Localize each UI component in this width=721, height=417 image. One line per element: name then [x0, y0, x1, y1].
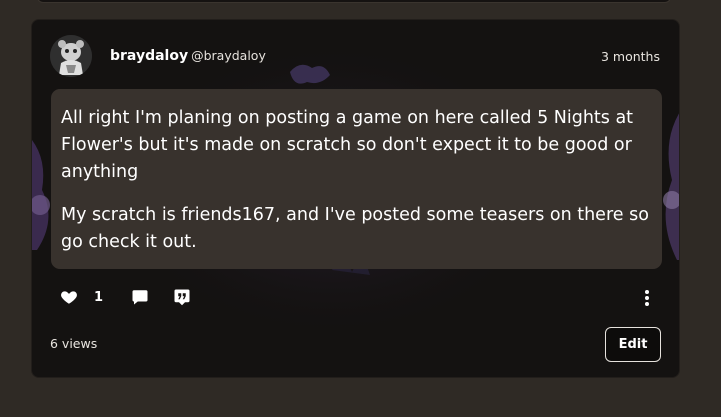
like-count: 1: [94, 290, 104, 305]
previous-post-card: [37, 0, 671, 3]
edit-button[interactable]: Edit: [605, 327, 661, 362]
author[interactable]: braydaloy @braydaloy: [110, 48, 266, 64]
avatar-image: [50, 35, 92, 77]
author-name[interactable]: braydaloy: [110, 48, 188, 64]
view-count: 6 views: [50, 336, 98, 351]
author-handle[interactable]: @braydaloy: [191, 48, 266, 63]
quote-icon[interactable]: [173, 288, 191, 306]
avatar[interactable]: [50, 35, 92, 77]
post-timestamp[interactable]: 3 months: [601, 49, 660, 64]
post-actions: 1: [32, 284, 679, 310]
more-vertical-icon[interactable]: [643, 289, 651, 307]
post-body: All right I'm planing on posting a game …: [51, 89, 662, 269]
post-paragraph: My scratch is friends167, and I've poste…: [61, 205, 649, 252]
post-card: braydaloy @braydaloy 3 months All right I…: [31, 19, 680, 378]
heart-icon[interactable]: [60, 288, 78, 306]
post-paragraph: All right I'm planing on posting a game …: [61, 108, 634, 182]
comment-icon[interactable]: [131, 288, 149, 306]
post-header: braydaloy @braydaloy 3 months: [32, 20, 679, 90]
